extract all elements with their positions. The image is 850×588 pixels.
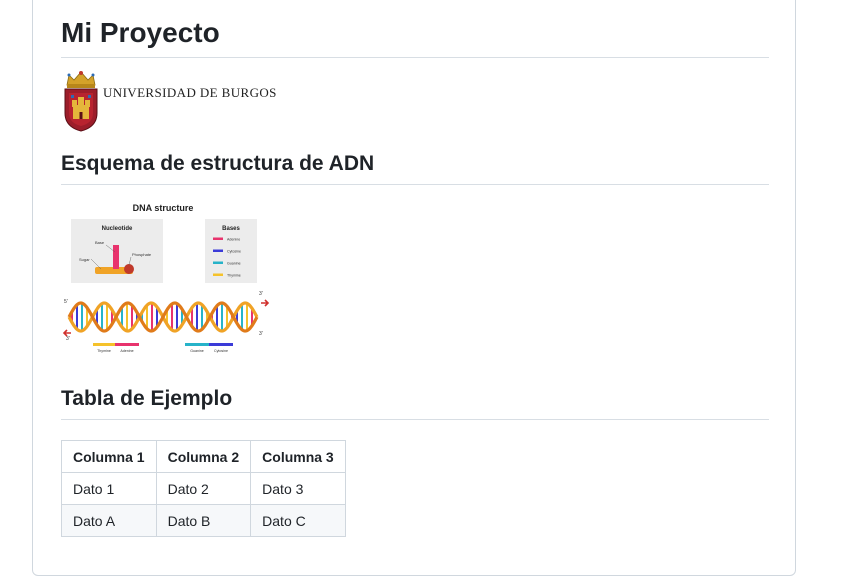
legend-label: Adenine: [227, 238, 240, 242]
pair2-right-label: Cytosine: [214, 349, 228, 353]
table-row: Dato 1 Dato 2 Dato 3: [61, 472, 346, 505]
readme-card: Mi Proyecto UNIVERSIDAD DE BURGOS Esquem…: [32, 0, 796, 576]
strand-label-left-top: 5': [64, 299, 68, 305]
legend-swatch: [213, 249, 223, 252]
dna-structure-image: DNA structure Nucleotide Base Sugar Phos…: [61, 197, 271, 355]
table-cell: Dato C: [250, 504, 346, 537]
table-cell: Dato B: [155, 504, 252, 537]
table-header-cell: Columna 3: [250, 440, 346, 473]
legend-label: Thymine: [227, 274, 241, 278]
dna-figure-title: DNA structure: [133, 203, 194, 213]
section-heading-dna: Esquema de estructura de ADN: [61, 150, 769, 185]
coat-of-arms-icon: [64, 71, 98, 132]
table-cell: Dato 1: [61, 472, 157, 505]
double-helix: [67, 301, 259, 333]
legend-label: Cytosine: [227, 250, 241, 254]
page-title: Mi Proyecto: [61, 15, 769, 58]
pair2-left-label: Guanine: [190, 349, 204, 353]
table-row: Dato A Dato B Dato C: [61, 504, 346, 537]
table-cell: Dato 3: [250, 472, 346, 505]
sugar-label: Sugar: [79, 257, 90, 262]
university-name: UNIVERSIDAD DE BURGOS: [103, 85, 277, 100]
strand-label-left-bottom: 3': [66, 336, 70, 342]
legend-label: Guanine: [227, 262, 241, 266]
bases-label: Bases: [222, 226, 240, 232]
dna-diagram: DNA structure Nucleotide Base Sugar Phos…: [62, 203, 270, 353]
table-header-row: Columna 1 Columna 2 Columna 3: [61, 440, 346, 473]
legend-swatch: [213, 273, 223, 276]
strand-label-right-bottom: 3': [259, 331, 263, 337]
section-heading-table: Tabla de Ejemplo: [61, 385, 769, 420]
table-cell: Dato A: [61, 504, 157, 537]
university-logo: UNIVERSIDAD DE BURGOS: [61, 69, 301, 132]
table-header-cell: Columna 1: [61, 440, 157, 473]
nucleotide-label: Nucleotide: [102, 226, 133, 232]
table-header-cell: Columna 2: [155, 440, 252, 473]
legend-swatch: [213, 261, 223, 264]
pair1-left-label: Thymine: [97, 349, 111, 353]
example-table: Columna 1 Columna 2 Columna 3 Dato 1 Dat…: [61, 440, 346, 537]
table-cell: Dato 2: [155, 472, 252, 505]
pair1-right-label: Adenine: [120, 349, 133, 353]
arrow-right-icon: [261, 299, 270, 307]
legend-swatch: [213, 237, 223, 240]
strand-label-right-top: 3': [259, 291, 263, 297]
base-label: Base: [95, 240, 105, 245]
phosphate-label: Phosphate: [132, 252, 152, 257]
